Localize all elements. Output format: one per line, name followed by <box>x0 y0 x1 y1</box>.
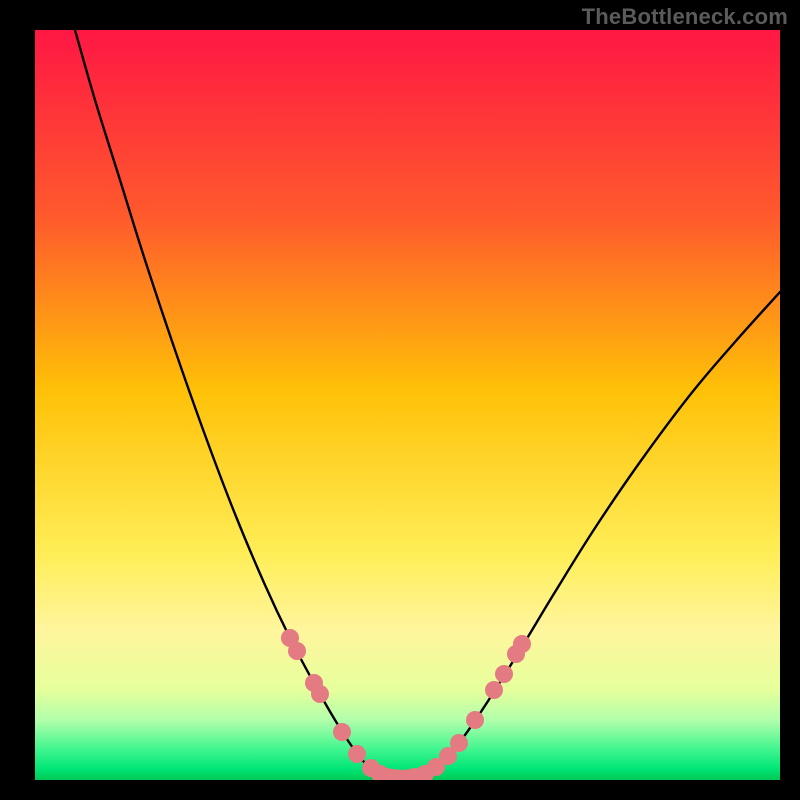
data-marker <box>348 745 366 763</box>
chart-svg <box>35 30 780 780</box>
data-marker <box>450 734 468 752</box>
data-marker <box>513 635 531 653</box>
gradient-background <box>35 30 780 780</box>
data-marker <box>288 642 306 660</box>
data-marker <box>466 711 484 729</box>
data-marker <box>495 665 513 683</box>
chart-frame: TheBottleneck.com <box>0 0 800 800</box>
plot-area <box>35 30 780 780</box>
data-marker <box>485 681 503 699</box>
data-marker <box>333 723 351 741</box>
data-marker <box>311 685 329 703</box>
watermark-text: TheBottleneck.com <box>582 4 788 30</box>
